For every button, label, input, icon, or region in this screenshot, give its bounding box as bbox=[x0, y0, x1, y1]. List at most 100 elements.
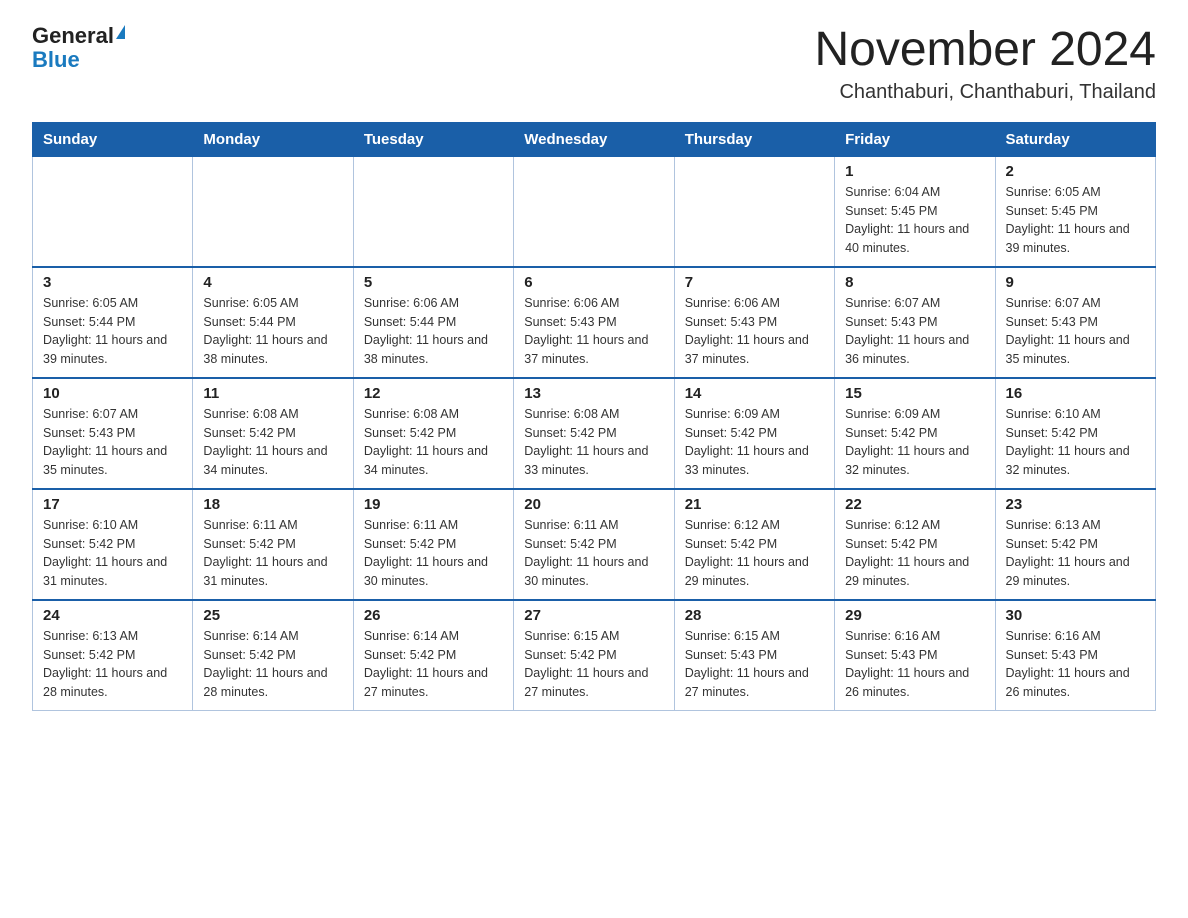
calendar-cell bbox=[193, 156, 353, 267]
cell-day-number: 29 bbox=[845, 607, 984, 624]
cell-info-text: Sunrise: 6:15 AM Sunset: 5:42 PM Dayligh… bbox=[524, 627, 663, 702]
day-header-saturday: Saturday bbox=[995, 122, 1155, 156]
cell-info-text: Sunrise: 6:14 AM Sunset: 5:42 PM Dayligh… bbox=[203, 627, 342, 702]
cell-info-text: Sunrise: 6:08 AM Sunset: 5:42 PM Dayligh… bbox=[364, 405, 503, 480]
cell-info-text: Sunrise: 6:10 AM Sunset: 5:42 PM Dayligh… bbox=[1006, 405, 1145, 480]
calendar-cell: 27 Sunrise: 6:15 AM Sunset: 5:42 PM Dayli… bbox=[514, 600, 674, 711]
cell-day-number: 1 bbox=[845, 163, 984, 180]
cell-day-number: 26 bbox=[364, 607, 503, 624]
calendar-cell: 10 Sunrise: 6:07 AM Sunset: 5:43 PM Dayli… bbox=[33, 378, 193, 489]
calendar-cell: 23 Sunrise: 6:13 AM Sunset: 5:42 PM Dayli… bbox=[995, 489, 1155, 600]
page-header: General Blue November 2024 Chanthaburi, … bbox=[32, 24, 1156, 104]
cell-info-text: Sunrise: 6:05 AM Sunset: 5:44 PM Dayligh… bbox=[43, 294, 182, 369]
cell-day-number: 23 bbox=[1006, 496, 1145, 513]
location-title: Chanthaburi, Chanthaburi, Thailand bbox=[814, 81, 1156, 104]
calendar-cell: 12 Sunrise: 6:08 AM Sunset: 5:42 PM Dayli… bbox=[353, 378, 513, 489]
calendar-cell: 2Sunrise: 6:05 AM Sunset: 5:45 PM Daylig… bbox=[995, 156, 1155, 267]
calendar-week-row: 3 Sunrise: 6:05 AM Sunset: 5:44 PM Daylig… bbox=[33, 267, 1156, 378]
calendar-cell bbox=[33, 156, 193, 267]
cell-day-number: 7 bbox=[685, 274, 824, 291]
cell-day-number: 30 bbox=[1006, 607, 1145, 624]
cell-info-text: Sunrise: 6:10 AM Sunset: 5:42 PM Dayligh… bbox=[43, 516, 182, 591]
title-block: November 2024 Chanthaburi, Chanthaburi, … bbox=[814, 24, 1156, 104]
calendar-week-row: 17 Sunrise: 6:10 AM Sunset: 5:42 PM Dayli… bbox=[33, 489, 1156, 600]
calendar-cell: 9Sunrise: 6:07 AM Sunset: 5:43 PM Daylig… bbox=[995, 267, 1155, 378]
cell-day-number: 24 bbox=[43, 607, 182, 624]
cell-day-number: 8 bbox=[845, 274, 984, 291]
cell-day-number: 27 bbox=[524, 607, 663, 624]
cell-info-text: Sunrise: 6:14 AM Sunset: 5:42 PM Dayligh… bbox=[364, 627, 503, 702]
calendar-cell: 13 Sunrise: 6:08 AM Sunset: 5:42 PM Dayli… bbox=[514, 378, 674, 489]
cell-day-number: 20 bbox=[524, 496, 663, 513]
cell-info-text: Sunrise: 6:15 AM Sunset: 5:43 PM Dayligh… bbox=[685, 627, 824, 702]
calendar-cell bbox=[514, 156, 674, 267]
calendar-cell: 8 Sunrise: 6:07 AM Sunset: 5:43 PM Daylig… bbox=[835, 267, 995, 378]
calendar-cell: 28 Sunrise: 6:15 AM Sunset: 5:43 PM Dayli… bbox=[674, 600, 834, 711]
cell-day-number: 22 bbox=[845, 496, 984, 513]
cell-day-number: 11 bbox=[203, 385, 342, 402]
calendar-cell: 11Sunrise: 6:08 AM Sunset: 5:42 PM Dayli… bbox=[193, 378, 353, 489]
day-header-thursday: Thursday bbox=[674, 122, 834, 156]
cell-info-text: Sunrise: 6:06 AM Sunset: 5:44 PM Dayligh… bbox=[364, 294, 503, 369]
cell-day-number: 28 bbox=[685, 607, 824, 624]
cell-day-number: 15 bbox=[845, 385, 984, 402]
cell-info-text: Sunrise: 6:07 AM Sunset: 5:43 PM Dayligh… bbox=[43, 405, 182, 480]
calendar-cell: 22 Sunrise: 6:12 AM Sunset: 5:42 PM Dayli… bbox=[835, 489, 995, 600]
cell-info-text: Sunrise: 6:12 AM Sunset: 5:42 PM Dayligh… bbox=[685, 516, 824, 591]
calendar-week-row: 10 Sunrise: 6:07 AM Sunset: 5:43 PM Dayli… bbox=[33, 378, 1156, 489]
calendar-table: SundayMondayTuesdayWednesdayThursdayFrid… bbox=[32, 122, 1156, 711]
cell-info-text: Sunrise: 6:12 AM Sunset: 5:42 PM Dayligh… bbox=[845, 516, 984, 591]
calendar-cell: 14 Sunrise: 6:09 AM Sunset: 5:42 PM Dayli… bbox=[674, 378, 834, 489]
day-header-monday: Monday bbox=[193, 122, 353, 156]
logo: General Blue bbox=[32, 24, 125, 72]
cell-info-text: Sunrise: 6:11 AM Sunset: 5:42 PM Dayligh… bbox=[364, 516, 503, 591]
calendar-cell: 29 Sunrise: 6:16 AM Sunset: 5:43 PM Dayli… bbox=[835, 600, 995, 711]
calendar-cell: 19Sunrise: 6:11 AM Sunset: 5:42 PM Dayli… bbox=[353, 489, 513, 600]
logo-triangle-icon bbox=[116, 25, 125, 39]
cell-day-number: 21 bbox=[685, 496, 824, 513]
logo-blue-text: Blue bbox=[32, 48, 80, 72]
calendar-cell bbox=[353, 156, 513, 267]
calendar-cell: 20Sunrise: 6:11 AM Sunset: 5:42 PM Dayli… bbox=[514, 489, 674, 600]
cell-day-number: 16 bbox=[1006, 385, 1145, 402]
day-header-tuesday: Tuesday bbox=[353, 122, 513, 156]
cell-info-text: Sunrise: 6:13 AM Sunset: 5:42 PM Dayligh… bbox=[1006, 516, 1145, 591]
day-header-friday: Friday bbox=[835, 122, 995, 156]
cell-day-number: 13 bbox=[524, 385, 663, 402]
calendar-cell: 15Sunrise: 6:09 AM Sunset: 5:42 PM Dayli… bbox=[835, 378, 995, 489]
calendar-cell: 21 Sunrise: 6:12 AM Sunset: 5:42 PM Dayli… bbox=[674, 489, 834, 600]
cell-info-text: Sunrise: 6:05 AM Sunset: 5:45 PM Dayligh… bbox=[1006, 183, 1145, 258]
cell-info-text: Sunrise: 6:11 AM Sunset: 5:42 PM Dayligh… bbox=[203, 516, 342, 591]
cell-info-text: Sunrise: 6:08 AM Sunset: 5:42 PM Dayligh… bbox=[524, 405, 663, 480]
cell-info-text: Sunrise: 6:16 AM Sunset: 5:43 PM Dayligh… bbox=[845, 627, 984, 702]
calendar-cell: 16 Sunrise: 6:10 AM Sunset: 5:42 PM Dayli… bbox=[995, 378, 1155, 489]
calendar-cell: 18Sunrise: 6:11 AM Sunset: 5:42 PM Dayli… bbox=[193, 489, 353, 600]
cell-info-text: Sunrise: 6:05 AM Sunset: 5:44 PM Dayligh… bbox=[203, 294, 342, 369]
calendar-cell: 30 Sunrise: 6:16 AM Sunset: 5:43 PM Dayli… bbox=[995, 600, 1155, 711]
calendar-cell: 1Sunrise: 6:04 AM Sunset: 5:45 PM Daylig… bbox=[835, 156, 995, 267]
calendar-header-row: SundayMondayTuesdayWednesdayThursdayFrid… bbox=[33, 122, 1156, 156]
calendar-cell: 25 Sunrise: 6:14 AM Sunset: 5:42 PM Dayli… bbox=[193, 600, 353, 711]
calendar-cell: 17 Sunrise: 6:10 AM Sunset: 5:42 PM Dayli… bbox=[33, 489, 193, 600]
calendar-cell: 7Sunrise: 6:06 AM Sunset: 5:43 PM Daylig… bbox=[674, 267, 834, 378]
cell-info-text: Sunrise: 6:16 AM Sunset: 5:43 PM Dayligh… bbox=[1006, 627, 1145, 702]
cell-day-number: 14 bbox=[685, 385, 824, 402]
cell-day-number: 3 bbox=[43, 274, 182, 291]
day-header-wednesday: Wednesday bbox=[514, 122, 674, 156]
calendar-week-row: 1Sunrise: 6:04 AM Sunset: 5:45 PM Daylig… bbox=[33, 156, 1156, 267]
calendar-week-row: 24Sunrise: 6:13 AM Sunset: 5:42 PM Dayli… bbox=[33, 600, 1156, 711]
cell-day-number: 6 bbox=[524, 274, 663, 291]
cell-info-text: Sunrise: 6:06 AM Sunset: 5:43 PM Dayligh… bbox=[524, 294, 663, 369]
month-title: November 2024 bbox=[814, 24, 1156, 77]
calendar-cell: 6 Sunrise: 6:06 AM Sunset: 5:43 PM Daylig… bbox=[514, 267, 674, 378]
day-header-sunday: Sunday bbox=[33, 122, 193, 156]
cell-day-number: 10 bbox=[43, 385, 182, 402]
cell-day-number: 17 bbox=[43, 496, 182, 513]
cell-day-number: 12 bbox=[364, 385, 503, 402]
calendar-cell: 5Sunrise: 6:06 AM Sunset: 5:44 PM Daylig… bbox=[353, 267, 513, 378]
calendar-cell: 24Sunrise: 6:13 AM Sunset: 5:42 PM Dayli… bbox=[33, 600, 193, 711]
cell-info-text: Sunrise: 6:09 AM Sunset: 5:42 PM Dayligh… bbox=[685, 405, 824, 480]
cell-day-number: 25 bbox=[203, 607, 342, 624]
cell-info-text: Sunrise: 6:07 AM Sunset: 5:43 PM Dayligh… bbox=[845, 294, 984, 369]
logo-general-text: General bbox=[32, 24, 114, 48]
